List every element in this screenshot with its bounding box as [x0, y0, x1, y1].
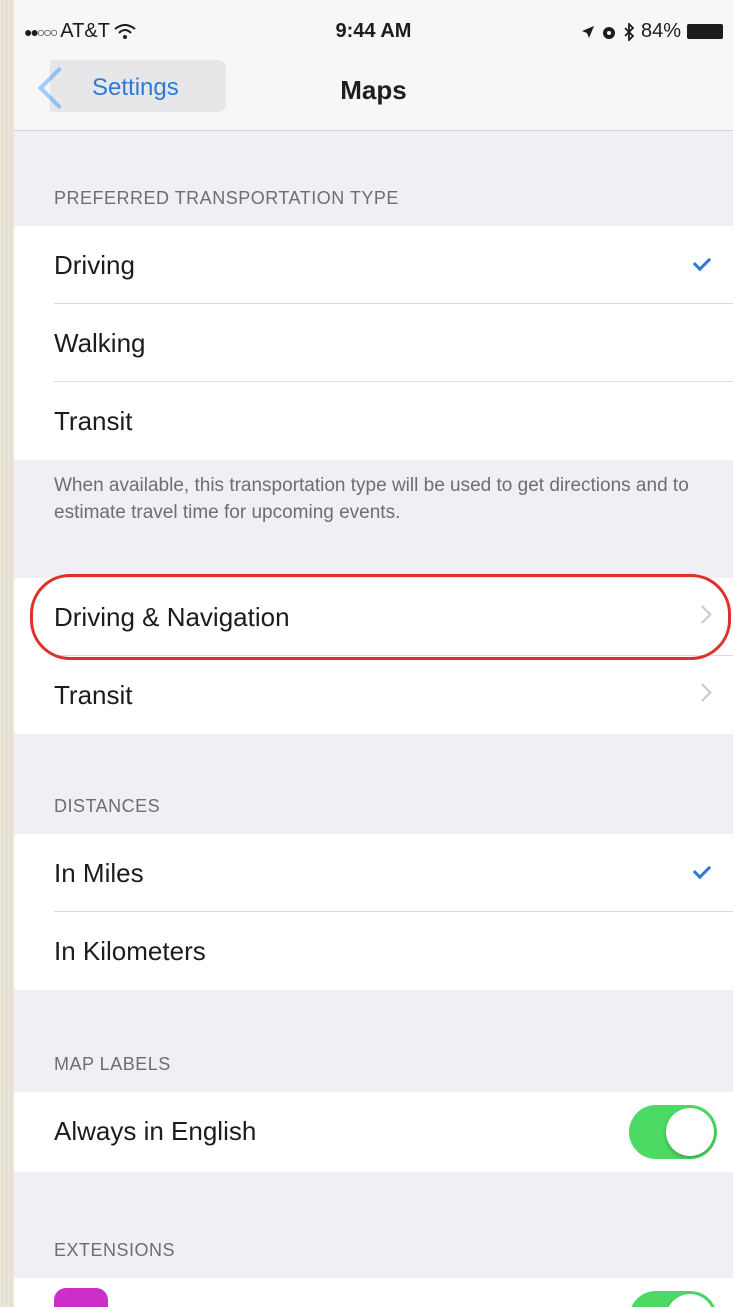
- toggle-knob: [666, 1294, 714, 1307]
- list-item-in-miles[interactable]: In Miles: [14, 834, 733, 912]
- chevron-right-icon: [693, 605, 712, 624]
- list-item-label: In Miles: [54, 858, 144, 888]
- section-header-map-labels: MAP LABELS: [54, 1054, 171, 1074]
- list-item-extension: [14, 1278, 733, 1307]
- checkmark-icon: [692, 252, 712, 272]
- section-header-distances: DISTANCES: [54, 796, 161, 816]
- list-item-walking[interactable]: Walking: [14, 304, 733, 382]
- list-item-label: Transit: [54, 406, 133, 436]
- list-item-label: Driving: [54, 250, 135, 280]
- checkmark-icon: [692, 860, 712, 880]
- navigation-bar: Settings Maps: [14, 60, 733, 131]
- battery-icon: [687, 24, 723, 39]
- list-item-label: Walking: [54, 328, 146, 358]
- list-item-transit-settings[interactable]: Transit: [14, 656, 733, 734]
- page-title: Maps: [340, 75, 407, 105]
- status-right: 84%: [581, 20, 723, 43]
- phone-screen: ●●○○○ AT&T 9:44 AM 84% Settings Maps PRE…: [14, 0, 733, 1307]
- list-item-driving-navigation[interactable]: Driving & Navigation: [14, 578, 733, 656]
- battery-percent: 84%: [640, 20, 681, 42]
- transport-footer-note: When available, this transportation type…: [54, 475, 689, 523]
- list-item-transit-type[interactable]: Transit: [14, 382, 733, 460]
- section-header-extensions: EXTENSIONS: [54, 1240, 176, 1260]
- always-in-english-toggle[interactable]: [629, 1105, 717, 1159]
- status-bar: ●●○○○ AT&T 9:44 AM 84%: [14, 0, 733, 60]
- list-item-label: Driving & Navigation: [54, 602, 290, 632]
- toggle-knob: [666, 1108, 714, 1156]
- list-item-in-kilometers[interactable]: In Kilometers: [14, 912, 733, 990]
- extension-app-icon: [54, 1288, 108, 1307]
- location-arrow-icon: [581, 25, 594, 38]
- list-item-always-in-english: Always in English: [14, 1092, 733, 1172]
- list-item-label: Always in English: [54, 1116, 257, 1146]
- section-header-transport: PREFERRED TRANSPORTATION TYPE: [54, 188, 399, 208]
- extension-toggle[interactable]: [629, 1291, 717, 1307]
- chevron-right-icon: [693, 683, 712, 702]
- list-item-label: Transit: [54, 680, 133, 710]
- bluetooth-icon: [624, 22, 635, 41]
- alarm-icon: [602, 26, 615, 39]
- list-item-driving[interactable]: Driving: [14, 226, 733, 304]
- list-item-label: In Kilometers: [54, 936, 206, 966]
